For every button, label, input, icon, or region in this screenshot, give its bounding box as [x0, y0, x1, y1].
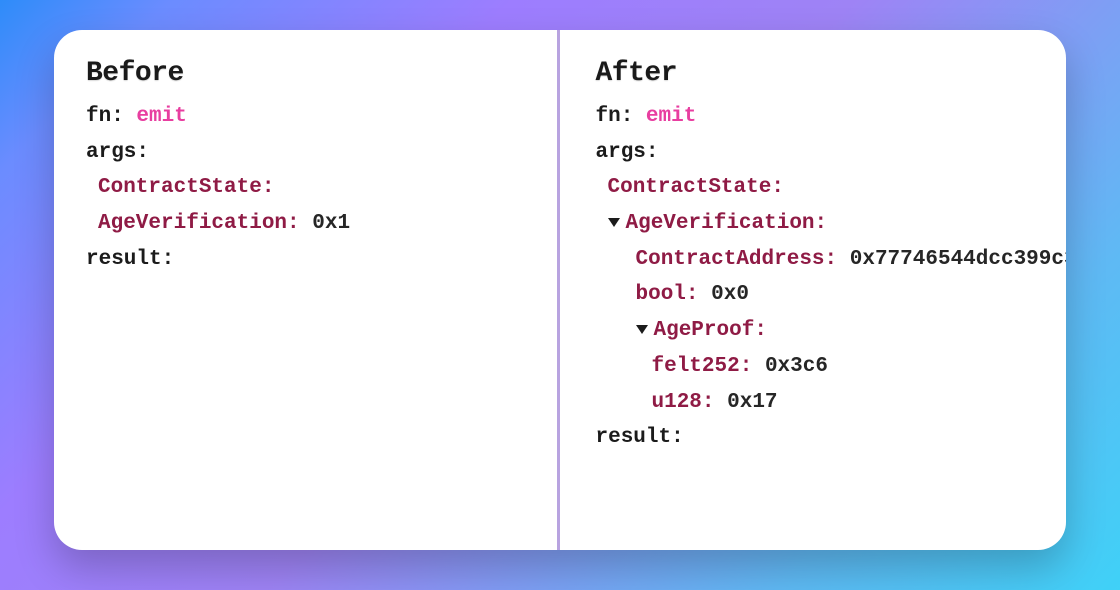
after-result: result:	[596, 420, 1037, 456]
before-args-label: args:	[86, 135, 527, 171]
caret-down-icon	[636, 325, 648, 334]
caret-down-icon	[608, 218, 620, 227]
contract-state-label: ContractState:	[98, 176, 274, 199]
after-contract-state: ContractState:	[596, 170, 1037, 206]
felt-label: felt252:	[652, 355, 753, 378]
fn-label: fn:	[596, 105, 634, 128]
age-proof-label: AgeProof:	[654, 319, 767, 342]
after-age-proof[interactable]: AgeProof:	[596, 313, 1037, 349]
result-label: result:	[86, 248, 174, 271]
after-bool: bool: 0x0	[596, 277, 1037, 313]
age-ver-label: AgeVerification:	[98, 212, 300, 235]
after-u128: u128: 0x17	[596, 385, 1037, 421]
after-felt: felt252: 0x3c6	[596, 349, 1037, 385]
age-ver-label: AgeVerification:	[626, 212, 828, 235]
contract-addr-value: 0x77746544dcc399c3	[850, 248, 1066, 271]
after-pane: After fn: emit args: ContractState: AgeV…	[560, 30, 1067, 550]
args-label: args:	[596, 141, 659, 164]
before-age-ver: AgeVerification: 0x1	[86, 206, 527, 242]
gradient-background: Before fn: emit args: ContractState: Age…	[0, 0, 1120, 590]
after-args-label: args:	[596, 135, 1037, 171]
after-fn-line: fn: emit	[596, 99, 1037, 135]
after-contract-addr: ContractAddress: 0x77746544dcc399c3	[596, 242, 1037, 278]
fn-name: emit	[646, 105, 696, 128]
before-fn-line: fn: emit	[86, 99, 527, 135]
before-pane: Before fn: emit args: ContractState: Age…	[54, 30, 557, 550]
fn-label: fn:	[86, 105, 124, 128]
comparison-card: Before fn: emit args: ContractState: Age…	[54, 30, 1066, 550]
after-age-ver[interactable]: AgeVerification:	[596, 206, 1037, 242]
after-heading: After	[596, 58, 1037, 89]
bool-value: 0x0	[711, 283, 749, 306]
args-label: args:	[86, 141, 149, 164]
contract-state-label: ContractState:	[608, 176, 784, 199]
before-contract-state: ContractState:	[86, 170, 527, 206]
fn-name: emit	[136, 105, 186, 128]
u128-label: u128:	[652, 391, 715, 414]
age-ver-value: 0x1	[312, 212, 350, 235]
before-heading: Before	[86, 58, 527, 89]
before-result: result:	[86, 242, 527, 278]
u128-value: 0x17	[727, 391, 777, 414]
felt-value: 0x3c6	[765, 355, 828, 378]
bool-label: bool:	[636, 283, 699, 306]
result-label: result:	[596, 426, 684, 449]
contract-addr-label: ContractAddress:	[636, 248, 838, 271]
